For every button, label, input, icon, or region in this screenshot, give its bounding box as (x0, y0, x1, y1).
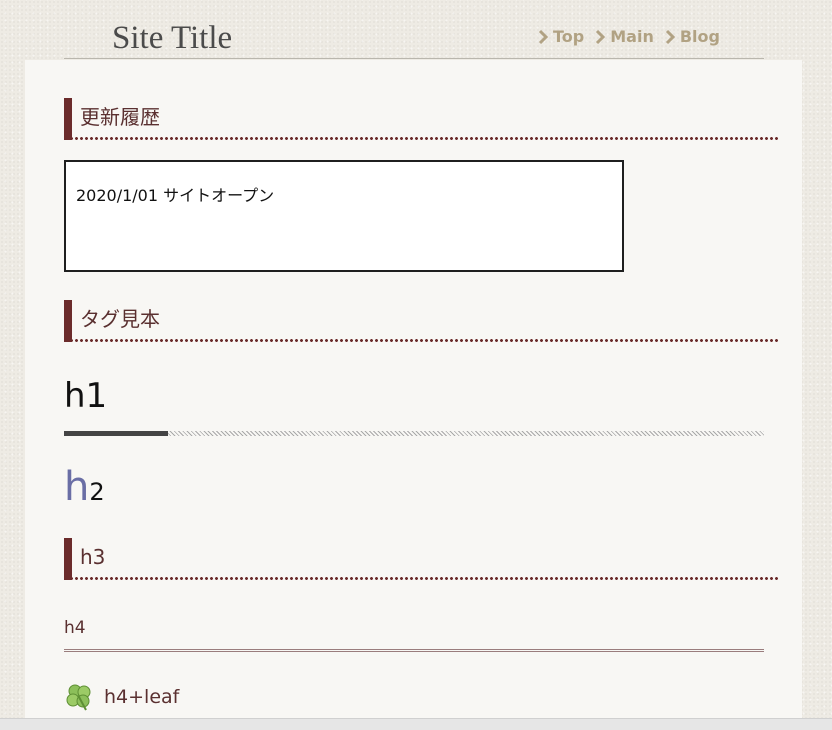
nav-link-blog[interactable]: Blog (664, 26, 720, 48)
h2-sample: h2 (64, 462, 105, 520)
h1-underline-accent (64, 431, 168, 436)
h4-double-underline (64, 649, 764, 652)
nav-link-main[interactable]: Main (594, 26, 654, 48)
h4-leaf-sample: h4+leaf (64, 682, 179, 712)
updates-box: 2020/1/01 サイトオープン (64, 160, 624, 272)
site-title[interactable]: Site Title (112, 18, 232, 58)
dotted-divider (64, 339, 780, 342)
clover-leaf-icon (66, 684, 91, 711)
horizontal-scrollbar[interactable] (0, 718, 832, 730)
top-nav: Top Main Blog (537, 26, 730, 48)
updates-heading: 更新履歴 (64, 98, 780, 140)
dotted-divider (64, 577, 780, 580)
update-entry: 2020/1/01 サイトオープン (76, 186, 275, 205)
h3-sample: h3 (64, 538, 780, 580)
chevron-right-icon (596, 29, 606, 45)
nav-label-top: Top (553, 27, 585, 46)
nav-label-main: Main (610, 27, 654, 46)
nav-link-top[interactable]: Top (537, 26, 584, 48)
tags-heading: タグ見本 (64, 300, 780, 342)
header-divider (64, 58, 764, 59)
h4-sample: h4 (64, 618, 86, 638)
h4-leaf-text: h4+leaf (104, 686, 180, 708)
nav-label-blog: Blog (679, 27, 720, 46)
updates-heading-text: 更新履歴 (80, 105, 160, 129)
h1-underline (64, 431, 764, 436)
h1-sample: h1 (64, 376, 108, 416)
tags-heading-text: タグ見本 (80, 307, 160, 331)
chevron-right-icon (665, 29, 675, 45)
h2-rest: 2 (89, 478, 105, 506)
heading-accent-bar (64, 98, 72, 140)
heading-accent-bar (64, 300, 72, 342)
heading-accent-bar (64, 538, 72, 580)
chevron-right-icon (538, 29, 549, 45)
dotted-divider (64, 137, 780, 140)
main-content: 更新履歴 2020/1/01 サイトオープン タグ見本 h1 h2 h3 h4 … (25, 60, 802, 729)
h3-sample-text: h3 (80, 545, 106, 569)
site-header: Site Title Top Main Blog (0, 0, 832, 60)
h2-initial: h (64, 464, 90, 510)
